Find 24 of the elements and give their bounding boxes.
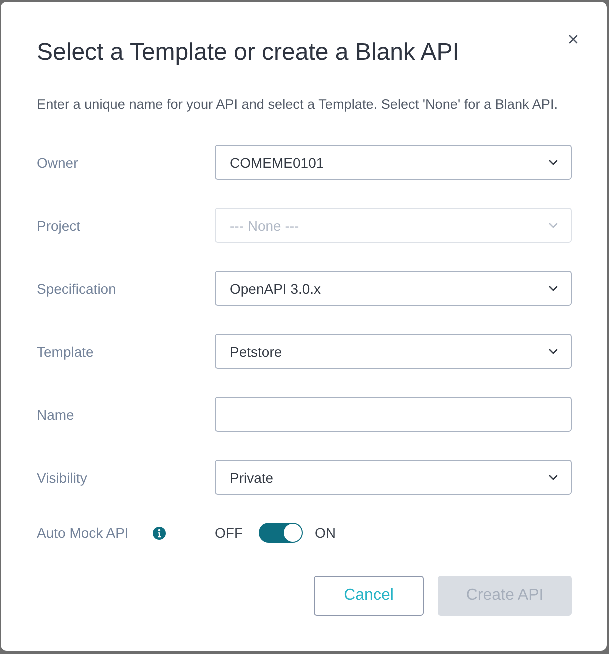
input-field[interactable] <box>215 397 572 432</box>
field-label: Name <box>37 406 74 422</box>
dialog-title: Select a Template or create a Blank API <box>37 38 460 68</box>
off-label: OFF <box>215 525 243 541</box>
chevron-icon <box>549 222 558 228</box>
select-field[interactable]: Private <box>215 460 572 495</box>
select-field[interactable]: OpenAPI 3.0.x <box>215 271 572 306</box>
field-label: Specification <box>37 280 116 296</box>
chevron-icon <box>549 286 558 292</box>
field-label: Template <box>37 344 94 360</box>
on-label: ON <box>315 525 336 541</box>
field-label: Owner <box>37 154 78 170</box>
field-label: Project <box>37 218 81 234</box>
chevron-icon <box>549 160 558 166</box>
select-field[interactable]: COMEME0101 <box>215 145 572 180</box>
field-label: Visibility <box>37 470 88 486</box>
close-icon <box>569 35 578 44</box>
chevron-icon <box>549 474 558 480</box>
chevron-icon <box>549 348 558 354</box>
select-field[interactable]: Petstore <box>215 334 572 369</box>
info-icon[interactable] <box>152 526 166 540</box>
dialog-description: Enter a unique name for your API and select a Template. Select 'None' for a Blank API. <box>37 96 560 114</box>
field-label: Auto Mock API <box>37 525 129 541</box>
toggle-switch[interactable] <box>259 523 303 543</box>
